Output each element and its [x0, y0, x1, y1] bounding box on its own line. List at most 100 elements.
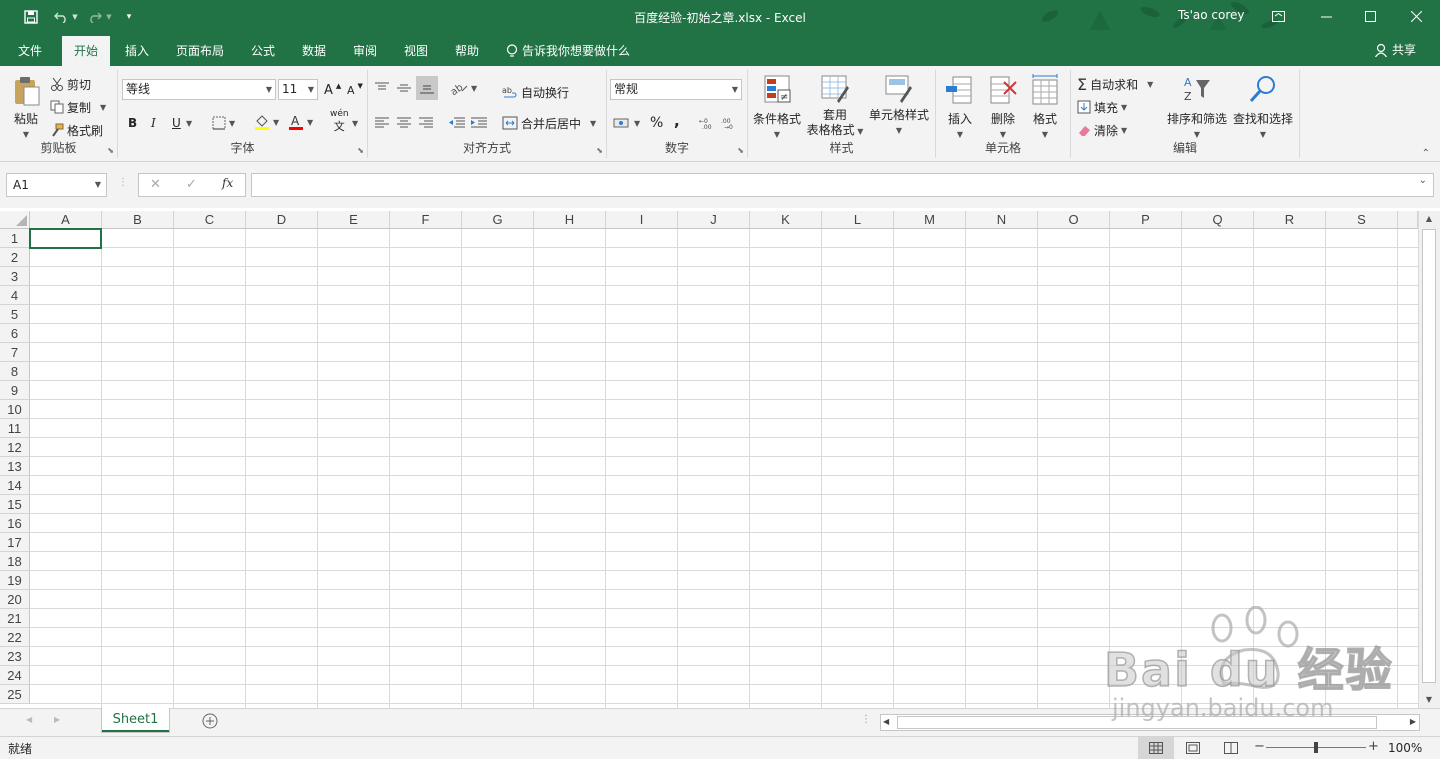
row-header[interactable]: 4 — [0, 286, 30, 305]
increase-indent-button[interactable] — [470, 113, 488, 133]
tab-help[interactable]: 帮助 — [443, 36, 491, 66]
row-header[interactable]: 24 — [0, 666, 30, 685]
tab-formulas[interactable]: 公式 — [239, 36, 287, 66]
scroll-left-icon[interactable]: ◀ — [883, 717, 889, 726]
row-header[interactable]: 20 — [0, 590, 30, 609]
format-cells-button[interactable]: 格式 ▼ — [1027, 74, 1063, 142]
percent-button[interactable]: % — [650, 113, 663, 133]
prev-sheet-icon[interactable]: ◀ — [26, 715, 32, 724]
tell-me-box[interactable]: 告诉我你想要做什么 — [494, 36, 642, 66]
row-header[interactable]: 16 — [0, 514, 30, 533]
find-select-button[interactable]: 查找和选择 ▼ — [1231, 74, 1295, 142]
format-as-table-button[interactable]: 套用 表格格式 ▼ — [805, 74, 865, 139]
font-name-dropdown[interactable]: 等线 ▼ — [122, 79, 276, 100]
conditional-formatting-button[interactable]: ≠ 条件格式 ▼ — [751, 74, 803, 142]
bold-button[interactable]: B — [128, 113, 137, 133]
column-header[interactable]: F — [390, 211, 462, 229]
align-right-button[interactable] — [418, 113, 434, 133]
zoom-out-icon[interactable]: − — [1254, 739, 1265, 754]
column-header[interactable]: R — [1254, 211, 1326, 229]
tab-insert[interactable]: 插入 — [113, 36, 161, 66]
column-header[interactable]: I — [606, 211, 678, 229]
scroll-up-icon[interactable]: ▲ — [1419, 214, 1439, 223]
zoom-slider-thumb[interactable] — [1314, 742, 1318, 753]
column-header[interactable]: P — [1110, 211, 1182, 229]
column-header[interactable]: G — [462, 211, 534, 229]
next-sheet-icon[interactable]: ▶ — [54, 715, 60, 724]
bottom-align-button[interactable] — [416, 76, 438, 100]
row-header[interactable]: 8 — [0, 362, 30, 381]
maximize-icon[interactable] — [1350, 3, 1390, 29]
column-header[interactable]: C — [174, 211, 246, 229]
phonetic-button[interactable]: wén 文 — [330, 110, 349, 133]
column-header[interactable]: B — [102, 211, 174, 229]
scroll-down-icon[interactable]: ▼ — [1419, 695, 1439, 704]
horizontal-scrollbar[interactable]: ◀ ▶ — [880, 714, 1420, 731]
format-painter-button[interactable]: 格式刷 — [50, 120, 103, 140]
new-sheet-icon[interactable] — [202, 713, 218, 732]
top-align-button[interactable] — [374, 78, 390, 98]
autosum-button[interactable]: Σ 自动求和 ▼ — [1077, 74, 1153, 94]
copy-button[interactable]: 复制 ▼ — [50, 97, 106, 117]
merge-center-button[interactable]: 合并后居中 ▼ — [502, 113, 596, 133]
accounting-format-button[interactable]: ▼ — [613, 113, 640, 133]
delete-cells-button[interactable]: 删除 ▼ — [985, 74, 1021, 142]
alignment-launcher-icon[interactable]: ⬊ — [596, 146, 603, 155]
row-header[interactable]: 19 — [0, 571, 30, 590]
row-header[interactable]: 15 — [0, 495, 30, 514]
wrap-text-button[interactable]: ab 自动换行 — [502, 82, 569, 102]
sheet-tab-sheet1[interactable]: Sheet1 — [101, 708, 170, 733]
insert-function-icon[interactable]: fx — [222, 176, 233, 190]
font-color-button[interactable]: A ▼ — [288, 112, 313, 132]
row-header[interactable]: 1 — [0, 229, 30, 248]
cancel-icon[interactable]: ✕ — [150, 177, 161, 192]
row-header[interactable]: 22 — [0, 628, 30, 647]
expand-formula-bar-icon[interactable]: ⌄ — [1419, 175, 1427, 186]
clear-button[interactable]: 清除 ▼ — [1077, 120, 1127, 140]
column-header[interactable]: K — [750, 211, 822, 229]
column-header[interactable]: L — [822, 211, 894, 229]
column-header[interactable]: Q — [1182, 211, 1254, 229]
row-header[interactable]: 23 — [0, 647, 30, 666]
column-header-partial[interactable] — [1398, 211, 1418, 229]
number-launcher-icon[interactable]: ⬊ — [737, 146, 744, 155]
cell-styles-button[interactable]: 单元格样式 ▼ — [866, 74, 932, 138]
middle-align-button[interactable] — [396, 78, 412, 98]
share-button[interactable]: 共享 — [1374, 41, 1416, 58]
select-all-corner[interactable] — [0, 211, 30, 229]
tab-page-layout[interactable]: 页面布局 — [164, 36, 236, 66]
row-header[interactable]: 12 — [0, 438, 30, 457]
row-header[interactable]: 9 — [0, 381, 30, 400]
minimize-icon[interactable] — [1306, 3, 1346, 29]
zoom-in-icon[interactable]: + — [1368, 739, 1379, 754]
tab-split-grip-icon[interactable]: ⋮ — [861, 714, 871, 725]
phonetic-dropdown-icon[interactable]: ▼ — [352, 113, 358, 133]
number-format-dropdown[interactable]: 常规 ▼ — [610, 79, 742, 100]
page-layout-view-button[interactable] — [1186, 742, 1200, 757]
worksheet-grid[interactable]: ABCDEFGHIJKLMNOPQRS 1 2 3 4 5 6 7 8 9 10 11 12 13 14 1… — [0, 211, 1440, 708]
column-header[interactable]: S — [1326, 211, 1398, 229]
font-size-dropdown[interactable]: 11 ▼ — [278, 79, 318, 100]
name-box[interactable]: A1 ▼ — [6, 173, 107, 197]
fill-button[interactable]: 填充 ▼ — [1077, 97, 1127, 117]
ribbon-display-options-icon[interactable] — [1258, 3, 1298, 29]
grow-font-button[interactable]: A ▲ — [324, 80, 341, 100]
sort-filter-button[interactable]: AZ 排序和筛选 ▼ — [1165, 74, 1229, 142]
page-break-view-button[interactable] — [1224, 742, 1238, 757]
normal-view-button[interactable] — [1138, 737, 1174, 759]
cell-grid[interactable] — [30, 229, 1418, 708]
vertical-scrollbar[interactable]: ▲ ▼ — [1418, 211, 1440, 708]
row-header[interactable]: 10 — [0, 400, 30, 419]
fill-color-button[interactable]: ▼ — [254, 112, 279, 132]
font-launcher-icon[interactable]: ⬊ — [357, 146, 364, 155]
row-header[interactable]: 2 — [0, 248, 30, 267]
borders-button[interactable]: ▼ — [212, 113, 235, 133]
tab-data[interactable]: 数据 — [290, 36, 338, 66]
row-header[interactable]: 11 — [0, 419, 30, 438]
column-header[interactable]: J — [678, 211, 750, 229]
column-header[interactable]: D — [246, 211, 318, 229]
row-header[interactable]: 17 — [0, 533, 30, 552]
row-header[interactable]: 18 — [0, 552, 30, 571]
decrease-indent-button[interactable] — [448, 113, 466, 133]
shrink-font-button[interactable]: A ▼ — [347, 80, 363, 100]
